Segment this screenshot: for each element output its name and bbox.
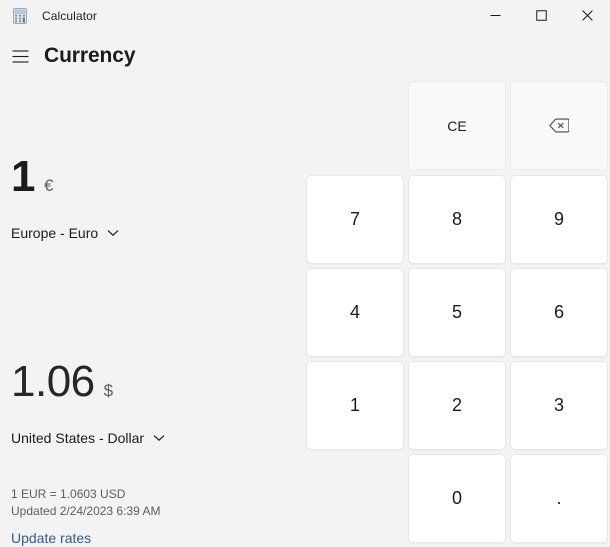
conversion-from: 1 € Europe - Euro (11, 152, 123, 244)
chevron-down-icon (107, 229, 119, 237)
calculator-icon (12, 8, 28, 24)
backspace-button[interactable] (510, 81, 608, 170)
key-four[interactable]: 4 (306, 268, 404, 357)
title-bar: Calculator (0, 0, 610, 31)
from-currency-dropdown[interactable]: Europe - Euro (11, 222, 123, 244)
page-title: Currency (44, 44, 135, 68)
close-button[interactable] (564, 0, 610, 31)
key-five[interactable]: 5 (408, 268, 506, 357)
update-rates-link[interactable]: Update rates (11, 530, 91, 547)
calculator-window: Calculator (0, 0, 610, 547)
backspace-icon (549, 118, 569, 133)
key-six[interactable]: 6 (510, 268, 608, 357)
from-value-row[interactable]: 1 € (11, 152, 123, 200)
key-three[interactable]: 3 (510, 361, 608, 450)
minimize-button[interactable] (472, 0, 518, 31)
key-decimal[interactable]: . (510, 454, 608, 543)
hamburger-menu-icon (12, 50, 29, 63)
window-controls (472, 0, 610, 31)
maximize-button[interactable] (518, 0, 564, 31)
key-two[interactable]: 2 (408, 361, 506, 450)
rate-info: 1 EUR = 1.0603 USD Updated 2/24/2023 6:3… (11, 486, 160, 547)
key-eight[interactable]: 8 (408, 175, 506, 264)
close-icon (582, 10, 593, 21)
key-one[interactable]: 1 (306, 361, 404, 450)
to-value-row[interactable]: 1.06 $ (11, 357, 169, 405)
maximize-icon (536, 10, 547, 21)
from-value: 1 (11, 154, 35, 200)
to-unit-symbol: $ (104, 381, 113, 401)
chevron-down-icon (153, 434, 165, 442)
exchange-rate-text: 1 EUR = 1.0603 USD (11, 486, 160, 503)
page-header: Currency (0, 38, 135, 74)
conversion-panel: 1 € Europe - Euro 1.06 $ United States -… (0, 84, 300, 547)
clear-entry-button[interactable]: CE (408, 81, 506, 170)
to-currency-dropdown[interactable]: United States - Dollar (11, 427, 169, 449)
key-nine[interactable]: 9 (510, 175, 608, 264)
keypad: CE 7 8 9 4 5 6 1 2 3 0 . (306, 81, 610, 547)
key-seven[interactable]: 7 (306, 175, 404, 264)
from-unit-symbol: € (44, 176, 53, 196)
key-zero[interactable]: 0 (408, 454, 506, 543)
conversion-to: 1.06 $ United States - Dollar (11, 357, 169, 449)
last-updated-text: Updated 2/24/2023 6:39 AM (11, 503, 160, 520)
to-currency-label: United States - Dollar (11, 430, 144, 446)
from-currency-label: Europe - Euro (11, 225, 98, 241)
to-value: 1.06 (11, 359, 95, 405)
minimize-icon (490, 10, 501, 21)
window-title: Calculator (42, 9, 97, 23)
navigation-menu-button[interactable] (0, 38, 40, 74)
